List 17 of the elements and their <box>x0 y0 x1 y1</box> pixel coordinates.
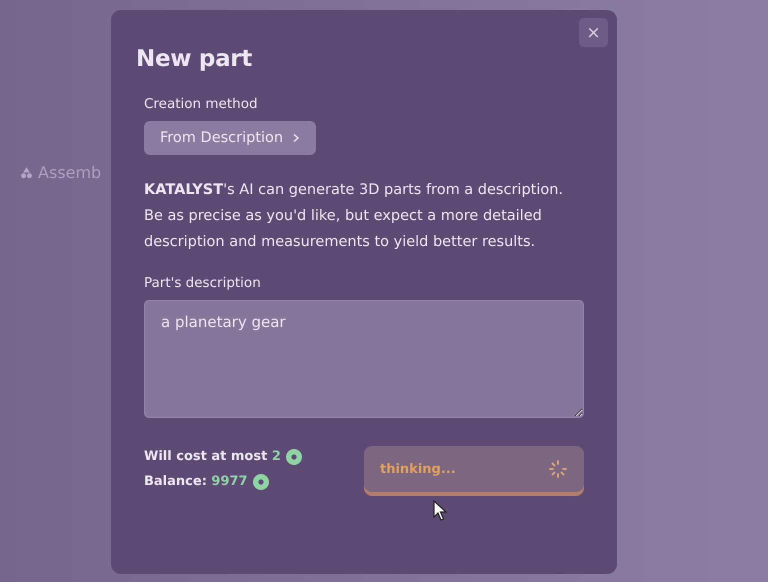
shapes-icon <box>20 166 33 179</box>
creation-method-button[interactable]: From Description <box>144 121 316 155</box>
coin-icon <box>252 474 269 490</box>
field-label: Creation method <box>144 96 259 112</box>
coin-icon <box>286 448 302 464</box>
cost-text: Will cost at most 2 <box>144 449 281 464</box>
balance-text: Balance: 9977 <box>144 474 248 489</box>
intro-text: KATALYST's AI can generate 3D parts from a description. Be as precise as you'd like, but expect a more detailed description and measurements to yield better results. <box>144 181 564 252</box>
close-button[interactable]: × <box>579 18 608 47</box>
description-field[interactable]: a planetary gear <box>144 300 584 418</box>
generate-button[interactable]: thinking... <box>364 446 584 492</box>
pointer-cursor-icon <box>433 500 447 522</box>
spinner-icon <box>548 459 568 479</box>
dialog-title: New part <box>136 46 254 72</box>
nav-item[interactable]: Assemb <box>20 163 102 182</box>
chevron-icon <box>292 133 300 143</box>
field-label: Part's description <box>144 275 262 291</box>
